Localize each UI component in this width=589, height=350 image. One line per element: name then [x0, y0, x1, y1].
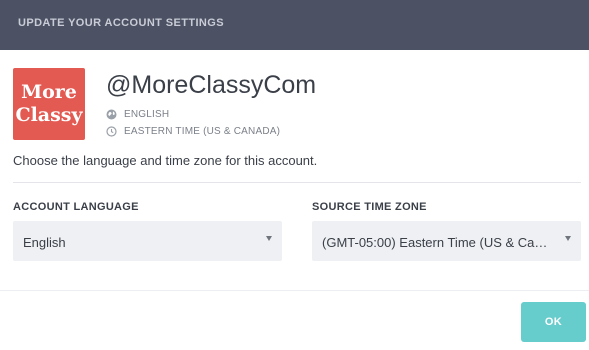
account-language-label: ACCOUNT LANGUAGE	[13, 201, 139, 213]
divider	[13, 182, 581, 183]
account-language-value: English	[23, 235, 66, 250]
account-language-text: ENGLISH	[124, 109, 170, 120]
avatar-text-line1: More	[21, 81, 77, 103]
account-timezone-info: EASTERN TIME (US & CANADA)	[106, 126, 280, 137]
dropdown-caret-icon	[266, 236, 272, 241]
avatar: More Classy	[13, 68, 85, 140]
clock-icon	[106, 126, 117, 137]
dialog-title: UPDATE YOUR ACCOUNT SETTINGS	[18, 17, 224, 29]
ok-button[interactable]: OK	[521, 302, 586, 342]
source-timezone-label: SOURCE TIME ZONE	[312, 201, 427, 213]
account-handle: @MoreClassyCom	[106, 71, 317, 99]
account-timezone-text: EASTERN TIME (US & CANADA)	[124, 126, 281, 137]
dialog-header: UPDATE YOUR ACCOUNT SETTINGS	[0, 0, 589, 50]
description-text: Choose the language and time zone for th…	[13, 153, 318, 168]
dropdown-caret-icon	[565, 236, 571, 241]
source-timezone-value: (GMT-05:00) Eastern Time (US & Canada)	[322, 235, 551, 250]
source-timezone-select[interactable]: (GMT-05:00) Eastern Time (US & Canada)	[312, 221, 581, 261]
footer-divider	[0, 290, 589, 291]
account-language-select[interactable]: English	[13, 221, 282, 261]
avatar-text-line2: Classy	[15, 104, 83, 126]
account-language-info: ENGLISH	[106, 109, 169, 120]
globe-icon	[106, 109, 117, 120]
